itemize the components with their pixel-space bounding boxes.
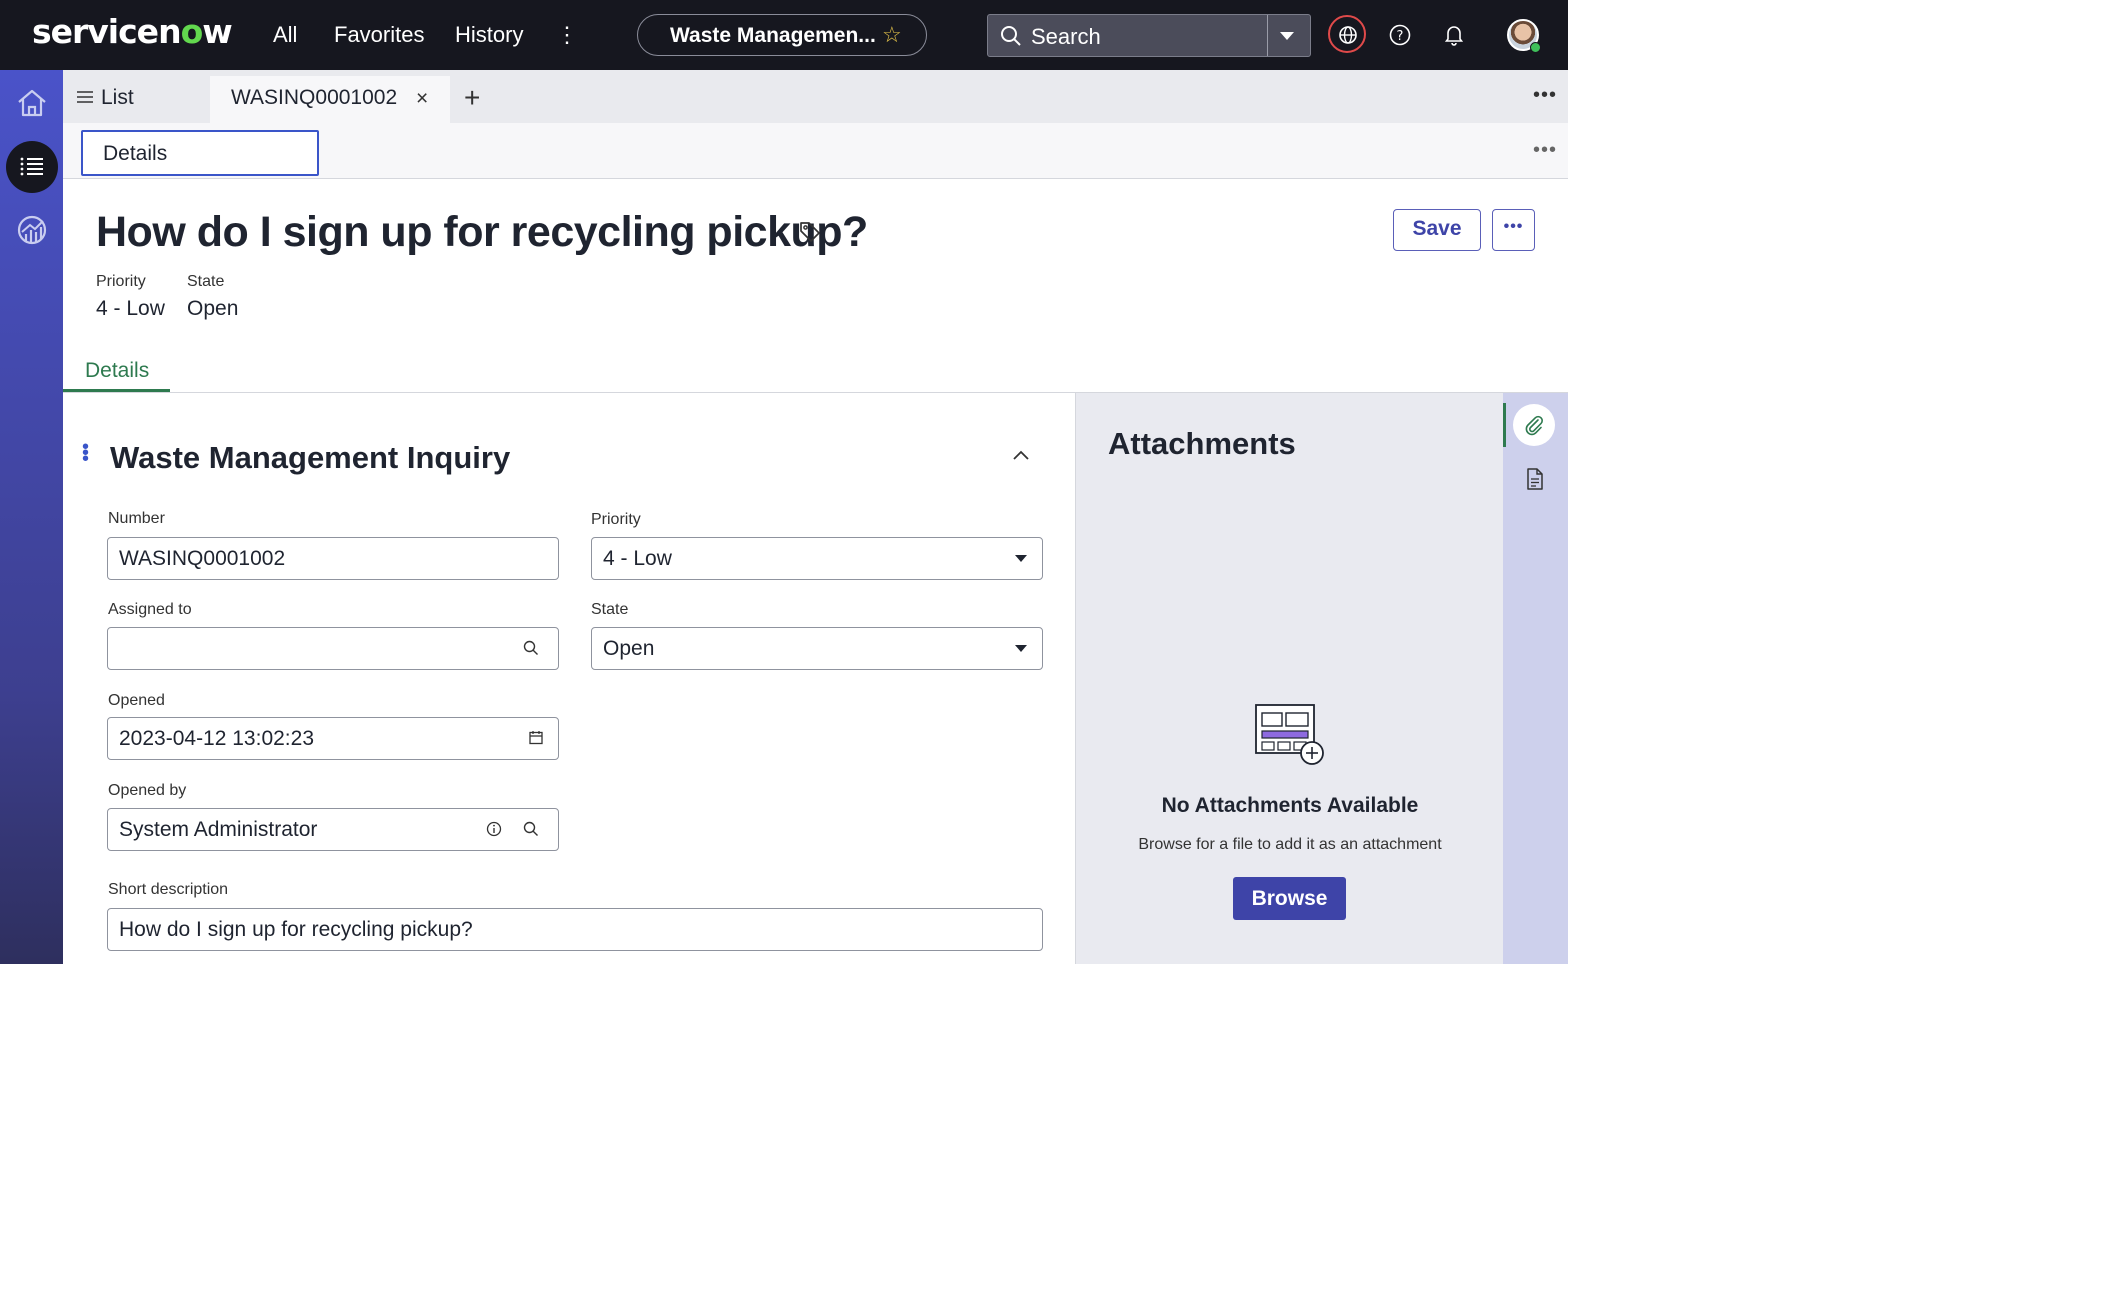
star-favorite-icon[interactable]: ☆: [882, 22, 902, 48]
chevron-up-icon[interactable]: [1011, 448, 1031, 467]
more-menu-icon[interactable]: ⋮: [556, 20, 578, 50]
caret-down-icon: [1015, 555, 1027, 562]
svg-text:?: ?: [1397, 29, 1404, 44]
online-status-dot: [1530, 42, 1541, 53]
search-icon[interactable]: [523, 821, 539, 842]
nav-history[interactable]: History: [455, 22, 523, 48]
subtab-details[interactable]: Details: [81, 130, 319, 176]
short-description-field[interactable]: How do I sign up for recycling pickup?: [107, 908, 1043, 951]
attachments-panel: Attachments No Attachments Available Bro…: [1075, 393, 1504, 964]
assigned-to-label: Assigned to: [108, 601, 192, 618]
more-actions-button[interactable]: •••: [1492, 209, 1535, 251]
attachments-title: Attachments: [1108, 426, 1296, 461]
globe-icon[interactable]: [1328, 15, 1366, 53]
hamburger-icon: [77, 86, 93, 110]
empty-attachments-illustration: [1254, 703, 1326, 772]
meta-priority-value: 4 - Low: [96, 297, 165, 320]
assigned-to-field[interactable]: [107, 627, 559, 670]
tab-list[interactable]: List: [77, 86, 134, 110]
info-icon[interactable]: [486, 821, 502, 842]
chevron-down-icon[interactable]: [1280, 32, 1294, 40]
attachments-rail-button[interactable]: [1513, 404, 1555, 446]
no-attachments-title: No Attachments Available: [1161, 794, 1419, 817]
opened-value: 2023-04-12 13:02:23: [119, 727, 314, 750]
state-value: Open: [603, 637, 655, 660]
app-scope-label: Waste Managemen...: [670, 24, 876, 47]
nav-all[interactable]: All: [273, 22, 297, 48]
calendar-icon[interactable]: [529, 730, 543, 750]
top-navigation-bar: servicenow All Favorites History ⋮ Waste…: [0, 0, 1568, 70]
tab-record[interactable]: WASINQ0001002 ×: [210, 76, 450, 123]
opened-by-field[interactable]: System Administrator: [107, 808, 559, 851]
tab-form-details[interactable]: Details: [85, 359, 149, 383]
tab-record-label: WASINQ0001002: [231, 86, 398, 109]
tab-list-label: List: [101, 86, 134, 109]
document-icon[interactable]: [1526, 468, 1544, 495]
meta-state-label: State: [187, 273, 225, 290]
app-scope-pill[interactable]: Waste Managemen... ☆: [637, 14, 927, 56]
paperclip-icon: [1525, 415, 1543, 436]
section-title: Waste Management Inquiry: [110, 440, 511, 475]
priority-value: 4 - Low: [603, 547, 672, 570]
opened-by-label: Opened by: [108, 782, 187, 799]
meta-priority-label: Priority: [96, 273, 146, 290]
save-button[interactable]: Save: [1393, 209, 1481, 251]
help-icon[interactable]: ?: [1389, 24, 1411, 51]
opened-label: Opened: [108, 692, 165, 709]
opened-field[interactable]: 2023-04-12 13:02:23: [107, 717, 559, 760]
add-tab-icon[interactable]: +: [464, 82, 480, 114]
bell-icon[interactable]: [1444, 24, 1464, 51]
record-subtab-strip: Details •••: [63, 123, 1568, 179]
number-label: Number: [108, 510, 165, 527]
page-title: How do I sign up for recycling pickup?: [96, 208, 868, 256]
opened-by-value: System Administrator: [119, 818, 318, 841]
no-attachments-hint: Browse for a file to add it as an attach…: [1138, 836, 1442, 853]
list-icon: [20, 157, 43, 176]
home-icon[interactable]: [16, 88, 48, 123]
tab-strip-more-icon[interactable]: •••: [1533, 84, 1557, 107]
side-rail-active-indicator: [1503, 403, 1506, 447]
short-description-label: Short description: [108, 881, 229, 898]
short-description-value: How do I sign up for recycling pickup?: [119, 918, 473, 941]
search-icon[interactable]: [523, 640, 539, 661]
workspace-tab-strip: List WASINQ0001002 × + •••: [63, 70, 1568, 123]
search-icon: [1000, 25, 1022, 52]
analytics-icon[interactable]: [16, 214, 48, 251]
subtab-details-label: Details: [103, 142, 168, 165]
number-value: WASINQ0001002: [119, 547, 286, 570]
left-rail: [0, 70, 63, 964]
state-select[interactable]: Open: [591, 627, 1043, 670]
global-search[interactable]: Search: [987, 14, 1311, 57]
section-drag-handle-icon[interactable]: • • •: [82, 437, 89, 469]
nav-favorites[interactable]: Favorites: [334, 22, 424, 48]
state-label: State: [591, 601, 629, 618]
search-placeholder: Search: [1031, 24, 1101, 49]
tag-icon[interactable]: [798, 220, 822, 249]
subtab-more-icon[interactable]: •••: [1533, 139, 1557, 162]
servicenow-logo[interactable]: servicenow: [32, 12, 233, 51]
number-field[interactable]: WASINQ0001002: [107, 537, 559, 580]
list-menu-button[interactable]: [6, 141, 58, 193]
meta-state-value: Open: [187, 297, 239, 320]
close-icon[interactable]: ×: [416, 87, 428, 111]
priority-label: Priority: [591, 511, 641, 528]
priority-select[interactable]: 4 - Low: [591, 537, 1043, 580]
caret-down-icon: [1015, 645, 1027, 652]
browse-button[interactable]: Browse: [1233, 877, 1346, 920]
